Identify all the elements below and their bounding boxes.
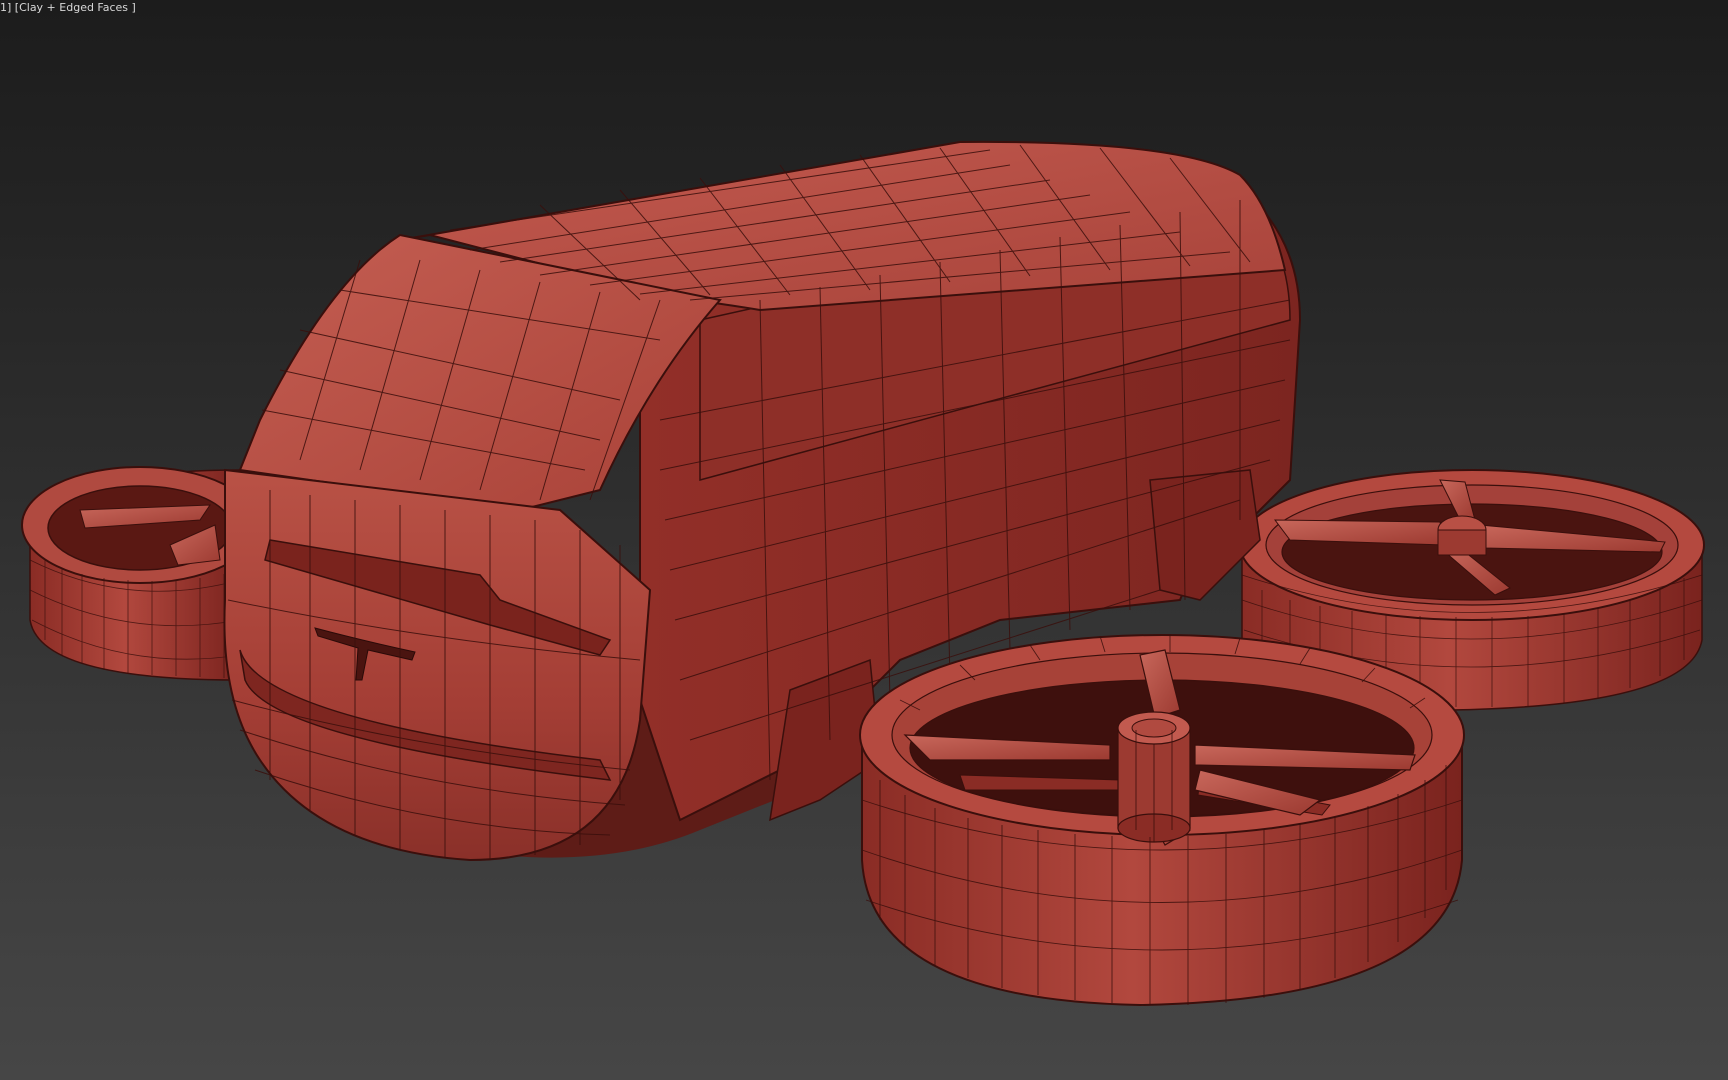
3d-viewport[interactable]: 1] [Clay + Edged Faces ] <box>0 0 1728 1080</box>
front-ducted-fan <box>859 634 1465 1007</box>
rotor-hub-mesh <box>1117 711 1191 843</box>
scene-render <box>0 0 1728 1080</box>
left-rear-ducted-fan <box>21 466 259 681</box>
